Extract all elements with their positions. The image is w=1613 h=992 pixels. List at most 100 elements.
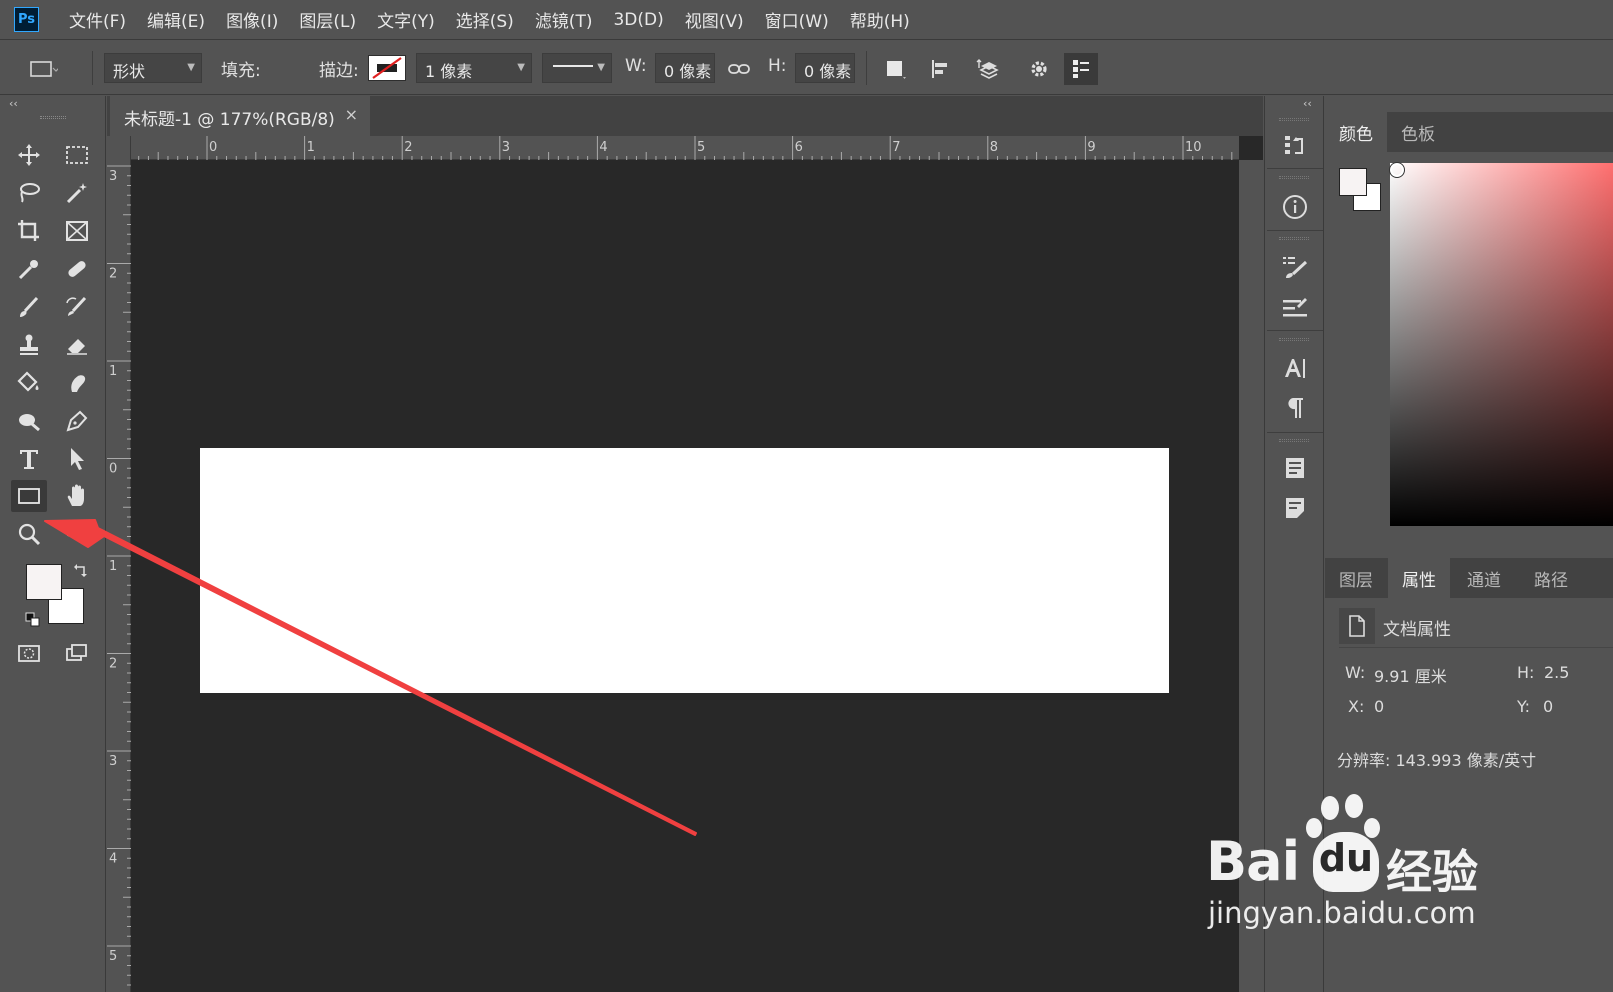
ruler-number: 5: [697, 140, 705, 155]
align-edges-button[interactable]: [1064, 53, 1098, 85]
brush-settings-button[interactable]: [1279, 251, 1311, 283]
default-colors-button[interactable]: [25, 612, 41, 632]
properties-section-title: 文档属性: [1383, 620, 1451, 640]
toolbar-grip[interactable]: [40, 116, 66, 119]
height-input[interactable]: 0 像素: [795, 53, 855, 83]
tool-preset-picker[interactable]: [26, 53, 60, 85]
marquee-tool[interactable]: [59, 139, 95, 171]
tab-color[interactable]: 颜色: [1325, 112, 1387, 152]
tab-paths[interactable]: 路径: [1520, 558, 1582, 598]
stroke-swatch[interactable]: [368, 55, 406, 81]
doc-x-label: X:: [1348, 697, 1365, 716]
menu-image[interactable]: 图像(I): [226, 7, 278, 32]
hand-tool[interactable]: [59, 480, 95, 512]
menu-type[interactable]: 文字(Y): [377, 7, 435, 32]
settings-button[interactable]: [1022, 53, 1056, 85]
menu-layer[interactable]: 图层(L): [299, 7, 356, 32]
history-brush-tool[interactable]: [59, 291, 95, 323]
path-arrangement-button[interactable]: [972, 53, 1006, 85]
tab-channels[interactable]: 通道: [1453, 558, 1515, 598]
link-dimensions-button[interactable]: [722, 53, 756, 85]
zoom-tool[interactable]: [11, 518, 47, 550]
color-panel-foreground-swatch[interactable]: [1339, 168, 1367, 196]
ruler-number: 4: [109, 852, 117, 867]
brush-settings-icon: [1283, 257, 1308, 278]
menu-select[interactable]: 选择(S): [456, 7, 514, 32]
path-operations-button[interactable]: [878, 53, 912, 85]
ruler-number: 0: [109, 462, 117, 477]
brushes-panel-button[interactable]: [1279, 291, 1311, 323]
dock-grip[interactable]: [1279, 439, 1309, 442]
menu-file[interactable]: 文件(F): [69, 7, 126, 32]
magic-wand-tool[interactable]: [59, 177, 95, 209]
screen-mode-button[interactable]: [59, 637, 95, 669]
pen-tool[interactable]: [59, 405, 95, 437]
rectangle-icon: [18, 488, 40, 504]
tab-swatches[interactable]: 色板: [1387, 112, 1449, 152]
menu-edit[interactable]: 编辑(E): [147, 7, 205, 32]
menu-filter[interactable]: 滤镜(T): [535, 7, 593, 32]
tab-properties[interactable]: 属性: [1388, 558, 1450, 598]
eraser-tool[interactable]: [59, 329, 95, 361]
tab-layers[interactable]: 图层: [1325, 558, 1387, 598]
chevron-down-icon: ▼: [597, 62, 605, 73]
width-input[interactable]: 0 像素: [655, 53, 715, 83]
doc-width-value[interactable]: 9.91 厘米: [1374, 663, 1447, 687]
swap-colors-button[interactable]: [73, 562, 89, 582]
dock-grip[interactable]: [1279, 338, 1309, 341]
vertical-scrollbar[interactable]: [1239, 160, 1263, 992]
path-alignment-button[interactable]: [924, 53, 958, 85]
doc-y-value[interactable]: 0: [1543, 697, 1553, 716]
collapse-toolbar-button[interactable]: ‹‹: [9, 97, 18, 110]
history-panel-button[interactable]: [1279, 130, 1311, 162]
foreground-color-swatch[interactable]: [26, 564, 62, 600]
stroke-type-select[interactable]: ▼: [542, 53, 612, 83]
stroke-width-select[interactable]: 1 像素 ▼: [416, 53, 532, 83]
rectangle-tool[interactable]: [11, 480, 47, 512]
close-icon[interactable]: ×: [345, 105, 358, 124]
menu-view[interactable]: 视图(V): [685, 7, 744, 32]
tool-mode-value: 形状: [113, 62, 146, 81]
ruler-number: 6: [795, 140, 803, 155]
frame-tool[interactable]: [59, 215, 95, 247]
eyedropper-tool[interactable]: [11, 253, 47, 285]
horizontal-ruler[interactable]: 0 1 2 3 4 5 6 7 8 9 10: [131, 136, 1239, 160]
paint-bucket-tool[interactable]: [11, 367, 47, 399]
doc-height-value[interactable]: 2.5: [1544, 663, 1569, 682]
move-tool[interactable]: [11, 139, 47, 171]
smudge-tool[interactable]: [59, 367, 95, 399]
collapse-dock-button[interactable]: ‹‹: [1303, 97, 1312, 110]
lasso-tool[interactable]: [11, 177, 47, 209]
notes-panel-button[interactable]: [1279, 492, 1311, 524]
path-selection-tool[interactable]: [59, 443, 95, 475]
dock-grip[interactable]: [1279, 237, 1309, 240]
dodge-tool[interactable]: [11, 405, 47, 437]
color-picker-field[interactable]: [1389, 162, 1613, 526]
clone-stamp-tool[interactable]: [11, 329, 47, 361]
character-icon: [1285, 359, 1305, 378]
glyphs-panel-button[interactable]: [1279, 452, 1311, 484]
document-tab-bar: 未标题-1 @ 177%(RGB/8) ×: [107, 96, 1263, 136]
paragraph-panel-button[interactable]: [1279, 392, 1311, 424]
vertical-ruler[interactable]: 3 2 1 0 1 2 3 4 5: [107, 136, 131, 992]
history-brush-icon: [66, 296, 87, 316]
tool-mode-select[interactable]: 形状 ▼: [104, 53, 202, 83]
document-tab[interactable]: 未标题-1 @ 177%(RGB/8) ×: [110, 96, 370, 136]
dock-grip[interactable]: [1279, 118, 1309, 121]
menu-window[interactable]: 窗口(W): [765, 7, 829, 32]
document-canvas[interactable]: [200, 448, 1169, 693]
dock-grip[interactable]: [1279, 176, 1309, 179]
menu-help[interactable]: 帮助(H): [850, 7, 910, 32]
edit-toolbar-button[interactable]: [59, 518, 95, 550]
doc-x-value[interactable]: 0: [1374, 697, 1384, 716]
quick-mask-button[interactable]: [11, 637, 47, 669]
crop-tool[interactable]: [11, 215, 47, 247]
menu-3d[interactable]: 3D(D): [613, 10, 663, 30]
color-picker-handle[interactable]: [1389, 162, 1405, 178]
ruler-number: 9: [1087, 140, 1095, 155]
info-panel-button[interactable]: [1279, 191, 1311, 223]
brush-tool[interactable]: [11, 291, 47, 323]
healing-brush-tool[interactable]: [59, 253, 95, 285]
character-panel-button[interactable]: [1279, 352, 1311, 384]
type-tool[interactable]: [11, 443, 47, 475]
